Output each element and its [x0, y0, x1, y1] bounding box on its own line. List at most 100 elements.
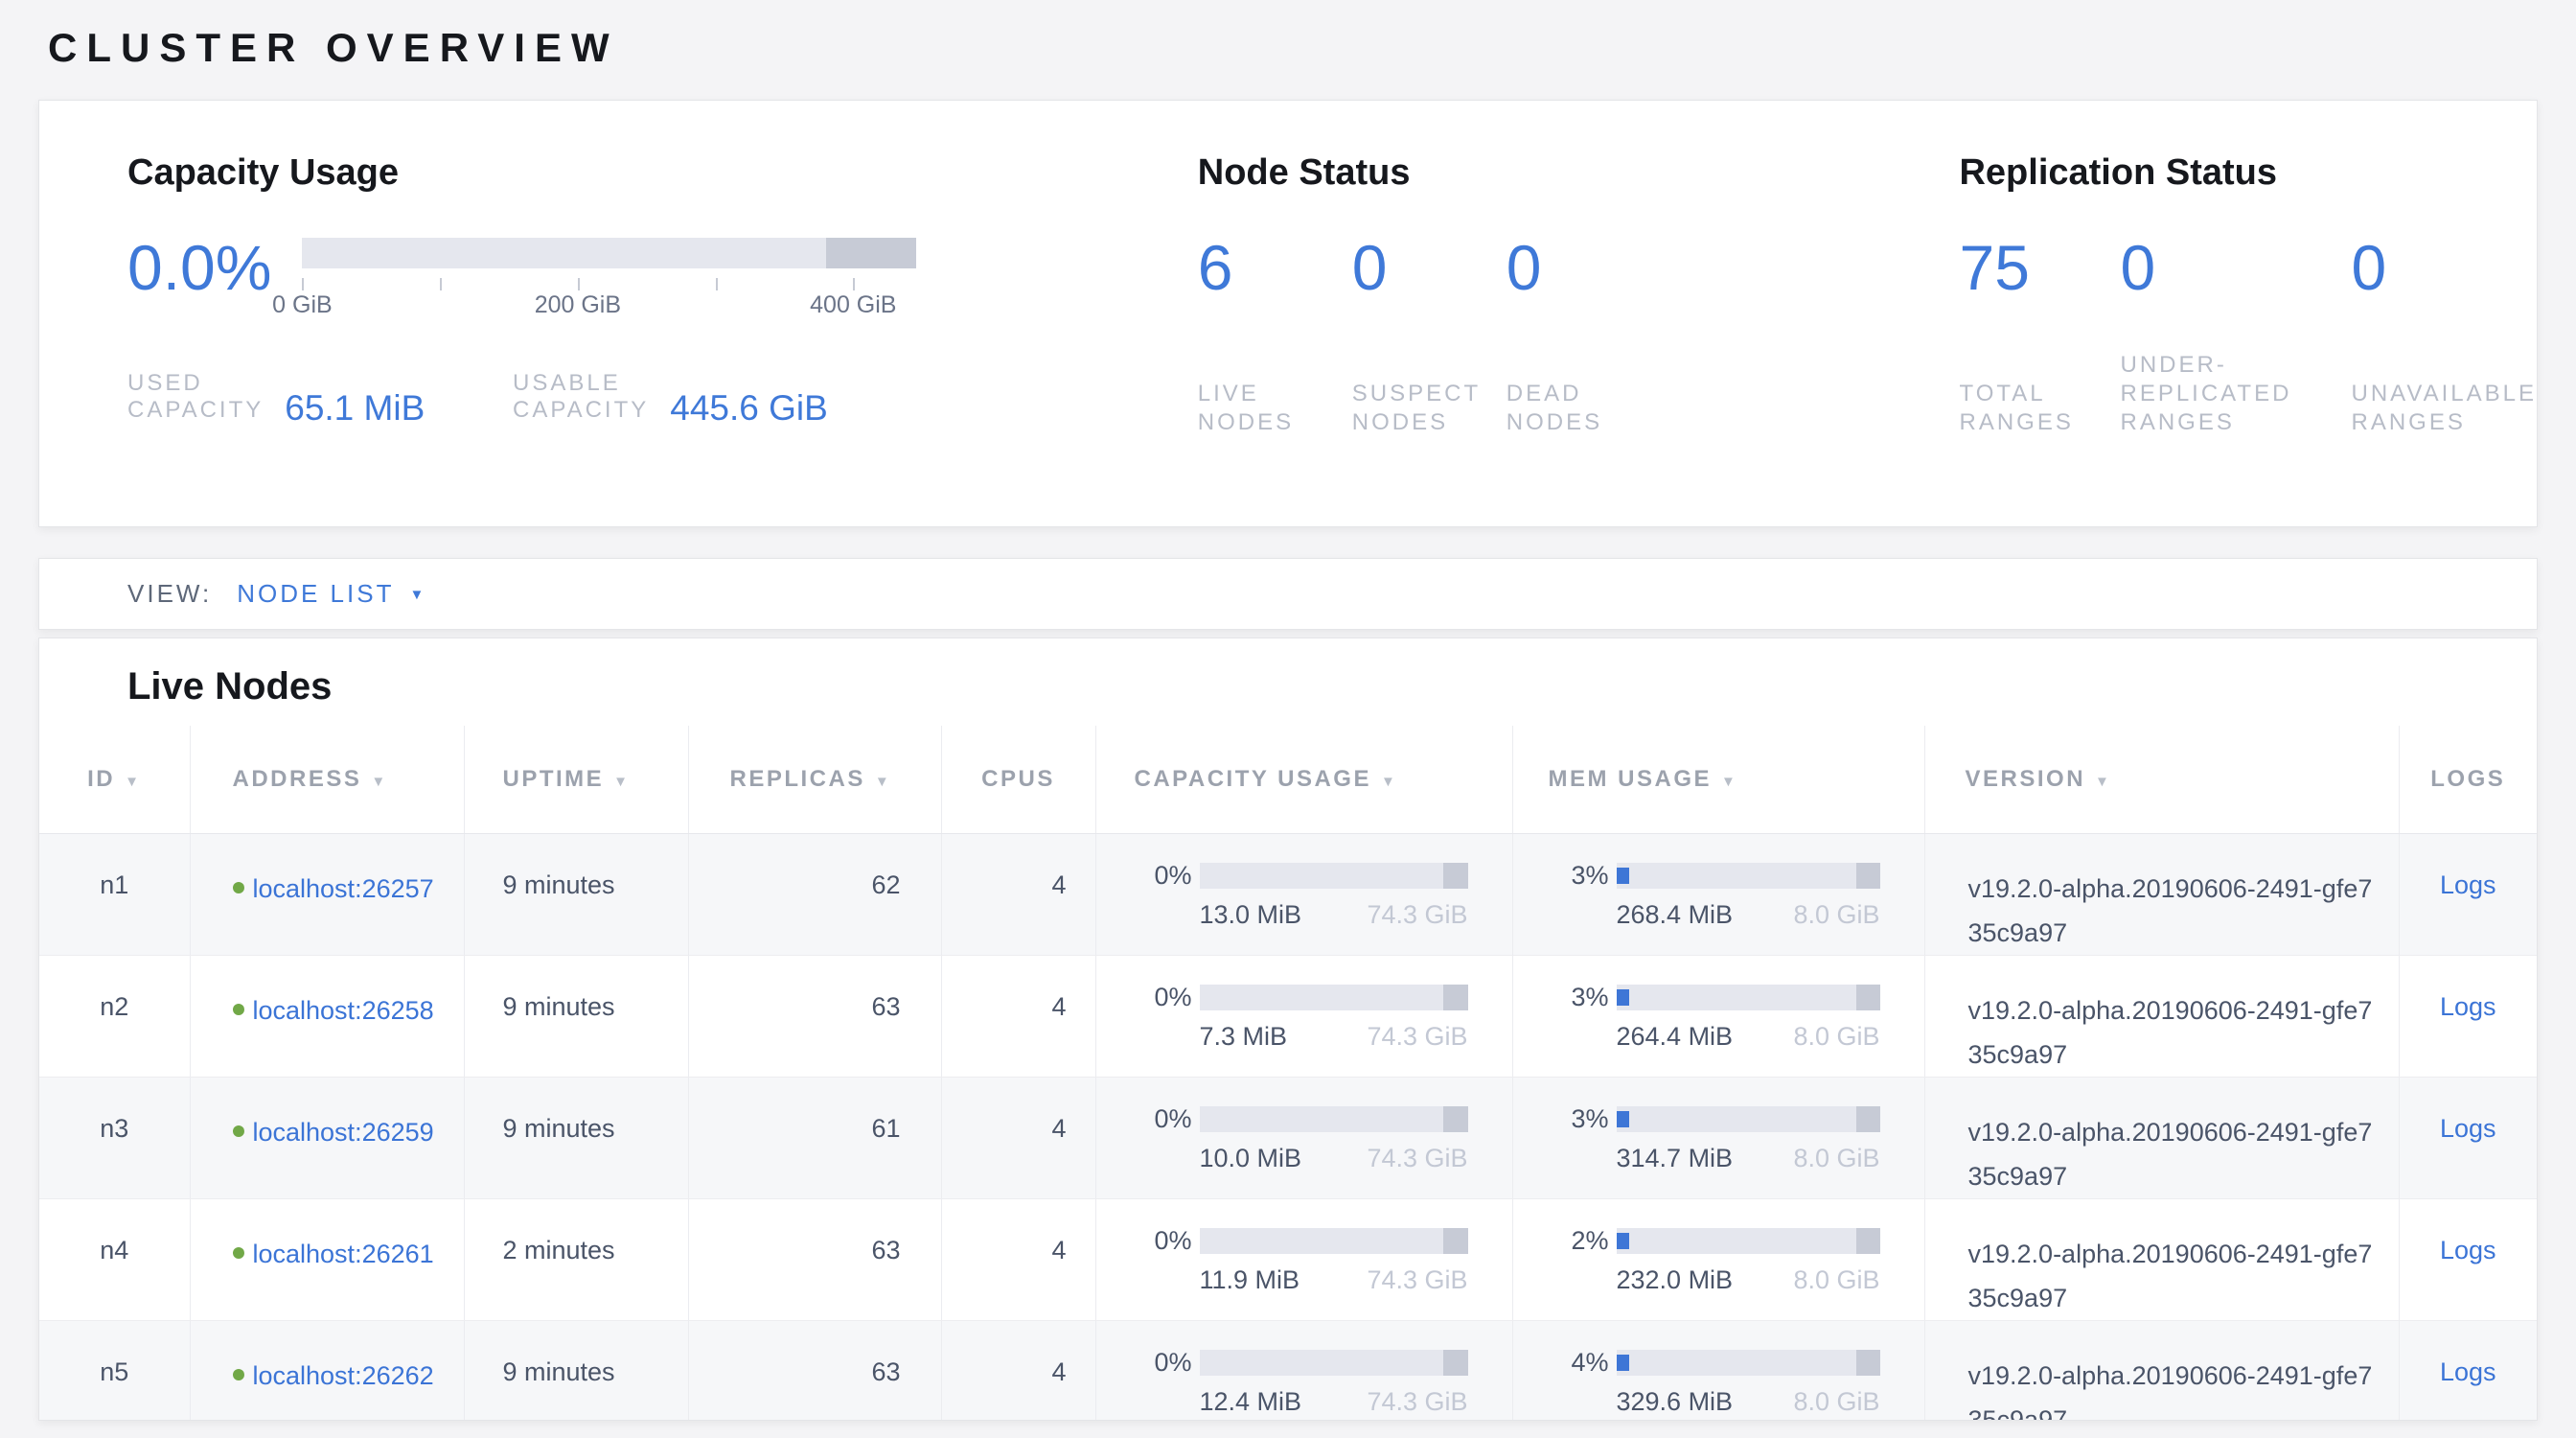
usage-used-value: 12.4 MiB — [1200, 1387, 1302, 1417]
cell-version: v19.2.0-alpha.20190606-2491-gfe735c9a97 — [1924, 1320, 2399, 1421]
cell-cpus: 4 — [941, 1320, 1095, 1421]
node-address-link[interactable]: localhost:26258 — [253, 988, 437, 1032]
usage-bar-track — [1617, 1106, 1880, 1132]
summary-metric: 0DEAD NODES — [1506, 234, 1602, 437]
cell-uptime: 9 minutes — [464, 1320, 688, 1421]
usage-bar: 3% — [1536, 1104, 1880, 1134]
usage-used-value: 264.4 MiB — [1617, 1022, 1734, 1052]
node-row-n5: n5 localhost:26262 9 minutes634 0% 12.4 MiB7… — [39, 1320, 2537, 1421]
cell-version: v19.2.0-alpha.20190606-2491-gfe735c9a97 — [1924, 955, 2399, 1077]
usable-capacity-label: USABLE CAPACITY — [513, 370, 649, 424]
live-nodes-card: Live Nodes ID▼ADDRESS▼UPTIME▼REPLICAS▼CP… — [38, 638, 2538, 1421]
cell-node-id: n5 — [39, 1320, 190, 1421]
node-address-link[interactable]: localhost:26257 — [253, 867, 437, 911]
column-header-capacity[interactable]: CAPACITY USAGE▼ — [1095, 726, 1512, 833]
usage-bar: 0% — [1119, 1348, 1468, 1378]
usage-bar-track — [1617, 863, 1880, 889]
usage-bar: 3% — [1536, 983, 1880, 1012]
cluster-overview-page: CLUSTER OVERVIEW Capacity Usage 0.0% 0 G… — [0, 0, 2576, 1421]
cell-uptime: 9 minutes — [464, 1077, 688, 1198]
column-header-label: MEM USAGE — [1549, 766, 1713, 792]
usage-bar: 2% — [1536, 1226, 1880, 1256]
node-logs-link[interactable]: Logs — [2440, 1236, 2496, 1264]
cell-mem: 3%268.4 MiB8.0 GiB — [1512, 833, 1924, 955]
node-address-link[interactable]: localhost:26259 — [253, 1110, 437, 1154]
usage-values: 12.4 MiB74.3 GiB — [1200, 1387, 1468, 1417]
cell-cpus: 4 — [941, 833, 1095, 955]
cell-logs: Logs — [2399, 1198, 2537, 1320]
metric-value: 6 — [1198, 234, 1352, 301]
axis-tick — [578, 278, 580, 290]
usage-bar-other-segment — [1443, 985, 1467, 1010]
replication-status-title: Replication Status — [1959, 152, 2537, 194]
usage-bar-track — [1200, 1106, 1468, 1132]
cell-logs: Logs — [2399, 833, 2537, 955]
usage-percent: 0% — [1119, 1226, 1192, 1256]
node-live-status-dot — [233, 1369, 244, 1380]
usage-used-value: 13.0 MiB — [1200, 900, 1302, 930]
usage-bar-fill — [1617, 1111, 1629, 1127]
usage-bar-fill — [1617, 989, 1629, 1006]
table-header-row: ID▼ADDRESS▼UPTIME▼REPLICAS▼CPUSCAPACITY … — [39, 726, 2537, 833]
cell-capacity: 0%11.9 MiB74.3 GiB — [1095, 1198, 1512, 1320]
usage-percent: 2% — [1536, 1226, 1609, 1256]
view-selector[interactable]: NODE LIST ▼ — [237, 579, 426, 609]
usage-bar-track — [1617, 1228, 1880, 1254]
usage-used-value: 314.7 MiB — [1617, 1144, 1734, 1173]
capacity-gauge-bar — [302, 238, 916, 268]
address-wrap: localhost:26258 — [233, 988, 464, 1032]
axis-tick-label: 0 GiB — [272, 291, 333, 319]
capacity-gauge-other-segment — [826, 238, 917, 268]
capacity-usage-section: Capacity Usage 0.0% 0 GiB200 GiB400 GiB … — [127, 152, 1198, 526]
node-logs-link[interactable]: Logs — [2440, 1357, 2496, 1386]
column-header-version[interactable]: VERSION▼ — [1924, 726, 2399, 833]
node-address-link[interactable]: localhost:26261 — [253, 1232, 437, 1276]
usage-percent: 0% — [1119, 1348, 1192, 1378]
used-capacity-value: 65.1 MiB — [285, 392, 425, 424]
node-logs-link[interactable]: Logs — [2440, 992, 2496, 1021]
sort-arrow-icon: ▼ — [125, 774, 141, 790]
cell-address: localhost:26258 — [190, 955, 464, 1077]
summary-metric: 75TOTAL RANGES — [1959, 234, 2120, 437]
column-header-replicas[interactable]: REPLICAS▼ — [688, 726, 941, 833]
node-address-link[interactable]: localhost:26262 — [253, 1354, 437, 1398]
usage-values: 314.7 MiB8.0 GiB — [1617, 1144, 1880, 1173]
usage-bar-other-segment — [1443, 1228, 1467, 1254]
usage-used-value: 7.3 MiB — [1200, 1022, 1288, 1052]
usage-bar-track — [1617, 1350, 1880, 1376]
column-header-mem[interactable]: MEM USAGE ▼ — [1512, 726, 1924, 833]
sort-arrow-icon: ▼ — [1721, 774, 1737, 790]
usage-bar-other-segment — [1856, 1106, 1880, 1132]
column-header-uptime[interactable]: UPTIME▼ — [464, 726, 688, 833]
sort-arrow-icon: ▼ — [613, 774, 630, 790]
metric-label: SUSPECT NODES — [1352, 349, 1506, 437]
column-header-address[interactable]: ADDRESS▼ — [190, 726, 464, 833]
usage-values: 264.4 MiB 8.0 GiB — [1617, 1022, 1880, 1052]
used-capacity-label: USED CAPACITY — [127, 370, 264, 424]
node-row-n2: n2localhost:262589 minutes6340%7.3 MiB74… — [39, 955, 2537, 1077]
cell-version: v19.2.0-alpha.20190606-2491-gfe735c9a97 — [1924, 833, 2399, 955]
usage-used-value: 268.4 MiB — [1617, 900, 1734, 930]
usable-capacity: USABLE CAPACITY 445.6 GiB — [513, 370, 828, 424]
column-header-id[interactable]: ID▼ — [39, 726, 190, 833]
usage-used-value: 10.0 MiB — [1200, 1144, 1302, 1173]
cell-node-id: n2 — [39, 955, 190, 1077]
usage-bar-other-segment — [1856, 985, 1880, 1010]
column-header-logs: LOGS — [2399, 726, 2537, 833]
cell-address: localhost:26261 — [190, 1198, 464, 1320]
cell-uptime: 9 minutes — [464, 955, 688, 1077]
usage-bar-other-segment — [1443, 1350, 1467, 1376]
live-nodes-title: Live Nodes — [127, 665, 2537, 708]
usage-bar: 4% — [1536, 1348, 1880, 1378]
cell-address: localhost:26259 — [190, 1077, 464, 1198]
metric-label: TOTAL RANGES — [1959, 349, 2120, 437]
node-logs-link[interactable]: Logs — [2440, 870, 2496, 899]
usage-total-value: 8.0 GiB — [1793, 1022, 1879, 1052]
column-header-label: CPUS — [981, 766, 1055, 792]
node-row-n1: n1localhost:262579 minutes6240%13.0 MiB7… — [39, 833, 2537, 955]
cell-replicas: 63 — [688, 1320, 941, 1421]
node-logs-link[interactable]: Logs — [2440, 1114, 2496, 1143]
metric-value: 0 — [2120, 234, 2351, 301]
column-header-label: REPLICAS — [730, 766, 865, 792]
cell-replicas: 63 — [688, 1198, 941, 1320]
